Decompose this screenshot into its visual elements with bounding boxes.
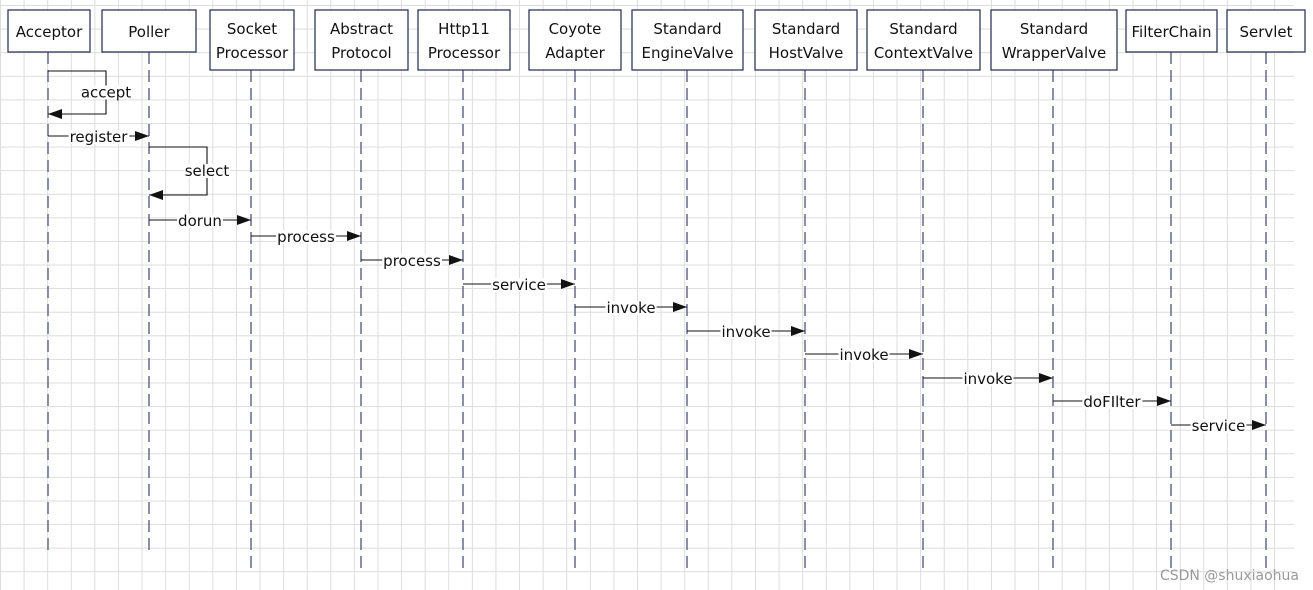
participant-label: Standard	[889, 20, 957, 38]
message-process: process	[251, 228, 361, 246]
participant-label: WrapperValve	[1002, 44, 1107, 62]
message-dofilter: doFIlter	[1053, 393, 1171, 411]
message-label: process	[383, 252, 441, 270]
message-label: register	[70, 128, 129, 146]
message-service: service	[463, 276, 575, 294]
participant-standard-wrapper-valve: Standard WrapperValve	[990, 9, 1118, 572]
participant-label: Standard	[1020, 20, 1088, 38]
participant-label: Servlet	[1239, 23, 1292, 41]
sequence-diagram: Acceptor Poller Socket Processor Abstract Pro…	[7, 9, 1306, 572]
message-dorun: dorun	[149, 212, 251, 230]
message-process: process	[361, 252, 463, 270]
message-label: dorun	[178, 212, 222, 230]
message-accept: accept	[48, 70, 133, 119]
participant-label: Acceptor	[16, 23, 83, 41]
participant-label: Abstract	[330, 20, 393, 38]
participant-label: Http11	[438, 20, 490, 38]
participant-label: Coyote	[549, 20, 602, 38]
participant-label: FilterChain	[1132, 23, 1212, 41]
message-label: invoke	[963, 370, 1012, 388]
participant-label: Protocol	[331, 44, 391, 62]
participant-label: Standard	[772, 20, 840, 38]
participant-label: HostValve	[769, 44, 844, 62]
participant-abstract-protocol: Abstract Protocol	[314, 9, 409, 572]
participant-acceptor: Acceptor	[7, 9, 91, 555]
watermark: CSDN @shuxiaohua	[1159, 568, 1299, 584]
participant-standard-engine-valve: Standard EngineValve	[631, 9, 744, 572]
message-invoke: invoke	[805, 346, 923, 364]
participant-socket-processor: Socket Processor	[209, 9, 295, 572]
message-invoke: invoke	[923, 370, 1053, 388]
participant-label: EngineValve	[642, 44, 734, 62]
participant-standard-host-valve: Standard HostValve	[754, 9, 858, 572]
message-select: select	[149, 146, 231, 200]
message-label: process	[277, 228, 335, 246]
message-label: accept	[81, 84, 131, 102]
participant-filter-chain: FilterChain	[1125, 9, 1218, 572]
message-label: select	[185, 162, 230, 180]
message-label: invoke	[606, 299, 655, 317]
participant-label: Processor	[216, 44, 289, 62]
message-register: register	[48, 128, 149, 146]
participant-standard-context-valve: Standard ContextValve	[866, 9, 981, 572]
participant-label: Standard	[653, 20, 721, 38]
participant-label: Adapter	[545, 44, 605, 62]
message-label: doFIlter	[1083, 393, 1141, 411]
participant-label: ContextValve	[874, 44, 973, 62]
participant-label: Poller	[128, 23, 170, 41]
message-invoke: invoke	[687, 323, 805, 341]
participant-servlet: Servlet	[1226, 9, 1306, 572]
participant-label: Processor	[428, 44, 501, 62]
message-invoke: invoke	[575, 299, 687, 317]
message-label: invoke	[839, 346, 888, 364]
message-service: service	[1171, 417, 1266, 435]
message-label: service	[1192, 417, 1246, 435]
message-label: service	[492, 276, 546, 294]
message-label: invoke	[721, 323, 770, 341]
participant-label: Socket	[227, 20, 277, 38]
